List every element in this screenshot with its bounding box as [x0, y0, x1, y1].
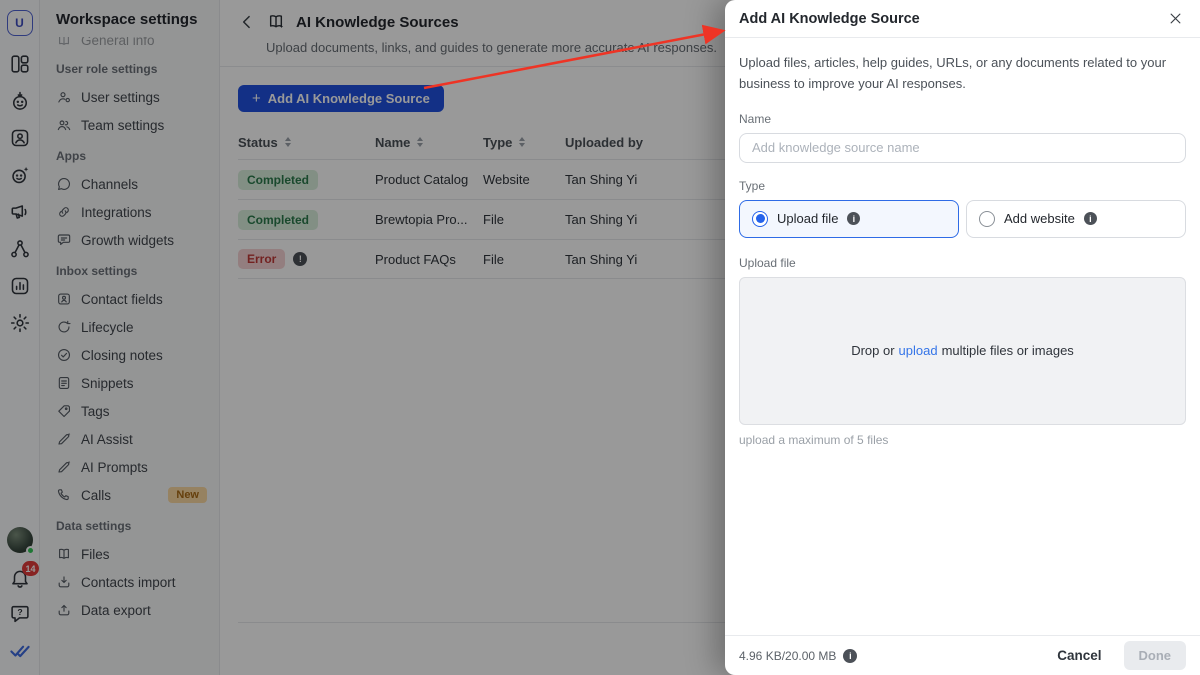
- name-field-label: Name: [739, 112, 1186, 126]
- done-button[interactable]: Done: [1124, 641, 1187, 670]
- radio-unchecked-icon[interactable]: [979, 211, 995, 227]
- info-icon[interactable]: i: [1084, 212, 1097, 225]
- upload-helper-text: upload a maximum of 5 files: [739, 433, 1186, 447]
- add-knowledge-source-drawer: Add AI Knowledge Source Upload files, ar…: [725, 0, 1200, 675]
- type-option-upload-file[interactable]: Upload file i: [739, 200, 959, 238]
- drawer-description: Upload files, articles, help guides, URL…: [739, 53, 1186, 95]
- knowledge-source-name-input[interactable]: [739, 133, 1186, 163]
- cancel-button[interactable]: Cancel: [1057, 648, 1101, 663]
- upload-link[interactable]: upload: [899, 343, 938, 358]
- type-option-label: Add website: [1004, 211, 1075, 226]
- type-option-label: Upload file: [777, 211, 838, 226]
- storage-usage-text: 4.96 KB/20.00 MB: [739, 649, 836, 663]
- type-option-add-website[interactable]: Add website i: [966, 200, 1186, 238]
- dropzone-text: Drop or: [851, 343, 894, 358]
- type-options: Upload file i Add website i: [739, 200, 1186, 238]
- info-icon[interactable]: i: [847, 212, 860, 225]
- type-field-label: Type: [739, 179, 1186, 193]
- file-dropzone[interactable]: Drop or upload multiple files or images: [739, 277, 1186, 425]
- info-icon[interactable]: i: [843, 649, 857, 663]
- app-window: U 14 Workspace settings General info U: [0, 0, 1200, 675]
- close-icon[interactable]: [1168, 11, 1183, 26]
- drawer-title: Add AI Knowledge Source: [739, 11, 920, 27]
- dropzone-text: multiple files or images: [942, 343, 1074, 358]
- drawer-footer: 4.96 KB/20.00 MB i Cancel Done: [725, 635, 1200, 675]
- upload-file-label: Upload file: [739, 256, 1186, 270]
- radio-checked-icon[interactable]: [752, 211, 768, 227]
- drawer-header: Add AI Knowledge Source: [725, 0, 1200, 38]
- drawer-body: Upload files, articles, help guides, URL…: [725, 38, 1200, 635]
